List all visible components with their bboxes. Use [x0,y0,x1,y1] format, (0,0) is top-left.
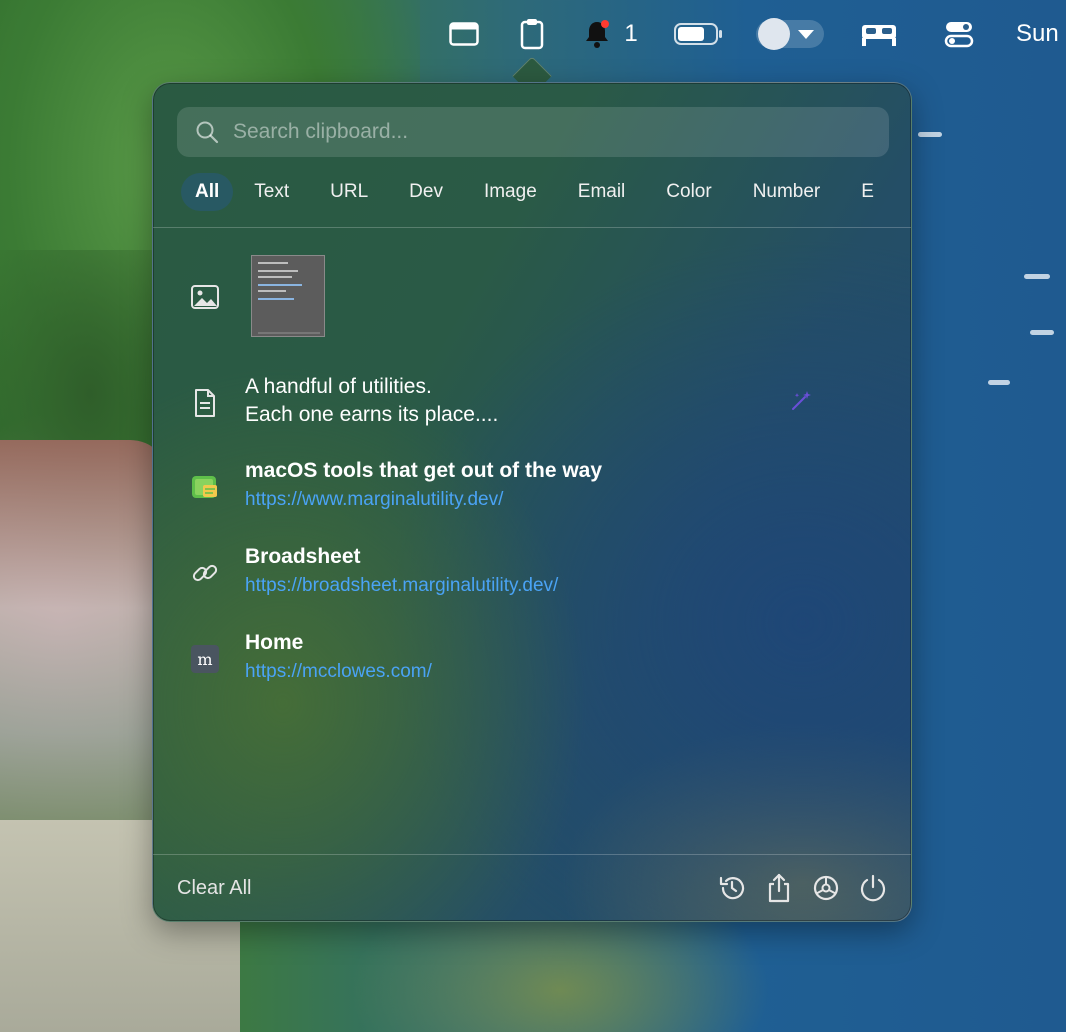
item-url-link[interactable]: https://mcclowes.com/ [245,657,432,687]
item-title: Home [245,631,304,654]
share-icon[interactable] [762,871,796,905]
search-input[interactable] [233,120,873,144]
tab-image[interactable]: Image [464,173,557,211]
wallpaper-wave [918,132,942,137]
tab-all[interactable]: All [181,173,234,211]
clipboard-item-image[interactable] [189,255,889,339]
image-thumbnail [251,255,325,337]
tab-url[interactable]: URL [310,173,388,211]
item-title: Broadsheet [245,545,361,568]
notification-count: 1 [624,20,638,47]
clipboard-item-text[interactable]: A handful of utilities. Each one earns i… [189,373,889,433]
wallpaper-wave [1030,330,1054,335]
item-title: macOS tools that get out of the way [245,459,603,482]
battery-icon[interactable] [672,14,726,54]
clipboard-icon[interactable] [514,14,550,54]
svg-text:m: m [197,650,212,669]
search-bar[interactable] [177,107,889,157]
wallpaper-house [0,440,170,860]
favicon-m-icon: m [189,643,221,675]
clipboard-popover: All Text URL Dev Image Email Color Numbe… [152,82,912,922]
settings-icon[interactable] [809,871,843,905]
clipboard-item-url[interactable]: m Home https://mcclowes.com/ [189,629,889,691]
tab-dev[interactable]: Dev [389,173,463,211]
user-avatar-icon[interactable] [754,14,826,54]
history-icon[interactable] [715,871,749,905]
item-url-link[interactable]: https://www.marginalutility.dev/ [245,485,602,515]
tab-color[interactable]: Color [646,173,731,211]
tab-text[interactable]: Text [234,173,309,211]
tab-number[interactable]: Number [733,173,841,211]
wallpaper-wave [1024,274,1050,279]
wallpaper-wave [988,380,1010,385]
window-icon[interactable] [446,14,482,54]
filter-tabs: All Text URL Dev Image Email Color Numbe… [181,173,911,211]
app-icon [189,471,221,503]
tab-overflow[interactable]: E [841,173,894,211]
power-icon[interactable] [856,871,890,905]
bell-icon[interactable] [580,14,614,54]
document-icon [189,387,221,419]
item-text-line-1: A handful of utilities. [245,375,432,398]
clipboard-item-url[interactable]: Broadsheet https://broadsheet.marginalut… [189,543,889,605]
clipboard-item-url[interactable]: macOS tools that get out of the way http… [189,457,889,519]
control-center-icon[interactable] [940,14,978,54]
search-icon [196,121,219,144]
footer: Clear All [153,855,911,921]
item-url-link[interactable]: https://broadsheet.marginalutility.dev/ [245,571,558,601]
image-icon [189,281,221,313]
item-text-line-2: Each one earns its place.... [245,403,499,426]
tab-email[interactable]: Email [558,173,646,211]
menu-bar: 1 Sun [0,0,1066,66]
clear-all-button[interactable]: Clear All [177,877,251,900]
tabs-divider [153,227,911,228]
menu-bar-clock[interactable]: Sun [1016,14,1066,54]
link-icon [189,557,221,589]
bed-icon[interactable] [858,14,900,54]
magic-wand-icon[interactable] [789,389,815,415]
